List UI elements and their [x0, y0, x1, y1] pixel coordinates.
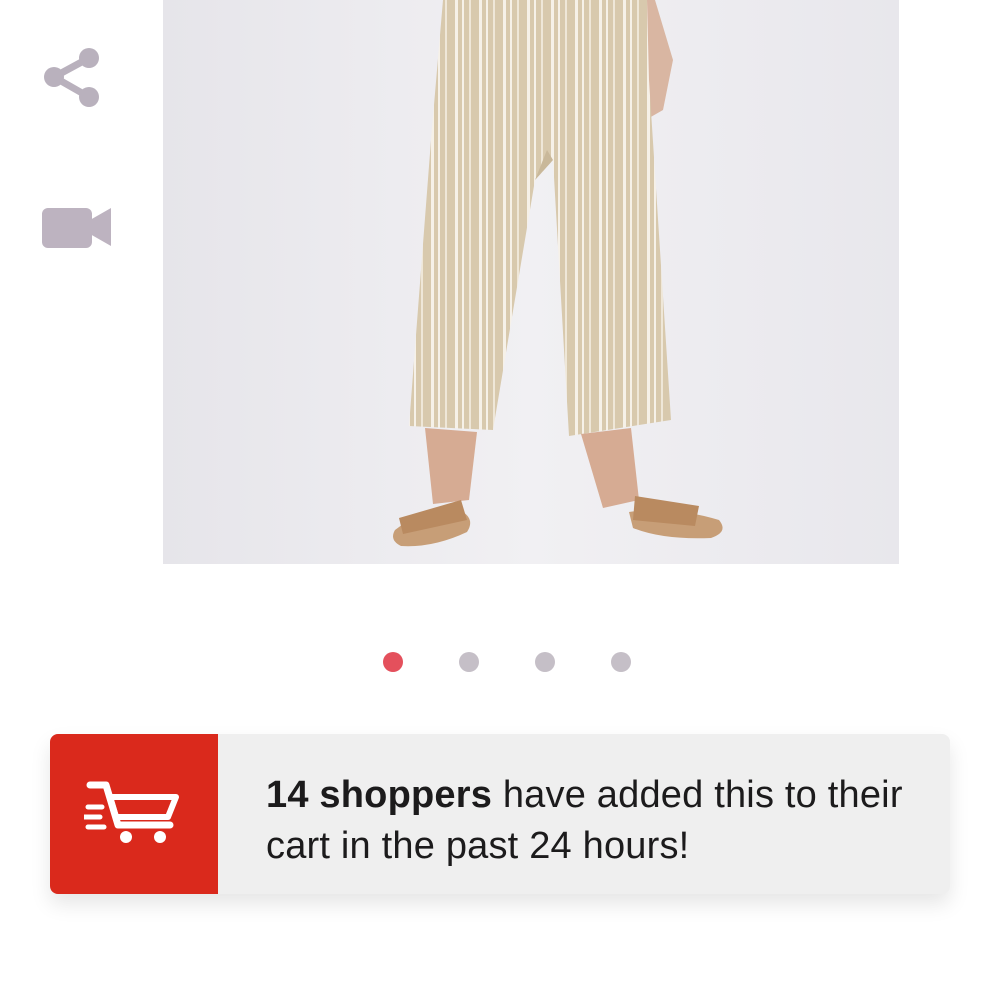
product-photo: [163, 0, 899, 564]
shopper-count: 14 shoppers: [266, 774, 493, 816]
video-button[interactable]: [40, 202, 112, 252]
carousel-dot-1[interactable]: [383, 652, 403, 672]
cart-icon-box: [50, 734, 218, 894]
product-page: 14 shoppers have added this to their car…: [0, 0, 1000, 1000]
carousel-dot-3[interactable]: [535, 652, 555, 672]
video-camera-icon: [42, 208, 111, 248]
share-button[interactable]: [40, 44, 106, 110]
product-image[interactable]: [163, 0, 899, 564]
carousel-dot-2[interactable]: [459, 652, 479, 672]
share-icon: [44, 48, 99, 107]
carousel-dots: [383, 652, 631, 672]
shopping-cart-icon: [84, 781, 179, 843]
carousel-dot-4[interactable]: [611, 652, 631, 672]
cart-social-proof-banner: 14 shoppers have added this to their car…: [50, 734, 950, 894]
cart-message: 14 shoppers have added this to their car…: [218, 734, 950, 894]
